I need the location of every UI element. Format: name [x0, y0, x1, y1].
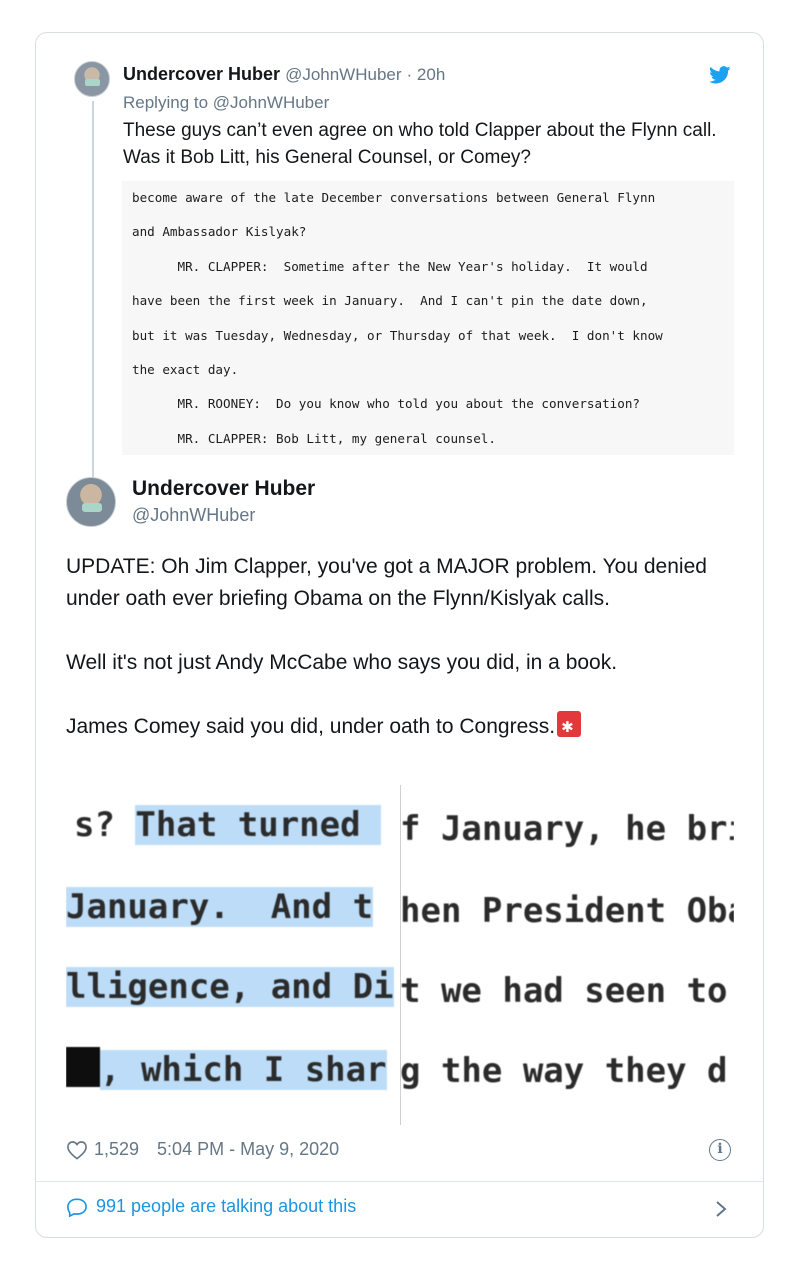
- footer-divider: [36, 1181, 763, 1182]
- image-text-right: g the way they d: [400, 1051, 734, 1091]
- tweet-text: UPDATE: Oh Jim Clapper, you've got a MAJ…: [66, 551, 726, 744]
- quoted-time[interactable]: · 20h: [407, 65, 446, 84]
- image-text-right: f January, he bri: [400, 809, 734, 849]
- author-handle[interactable]: @JohnWHuber: [132, 505, 255, 526]
- tweet-paragraph: Well it's not just Andy McCabe who says …: [66, 651, 618, 674]
- quoted-author-handle[interactable]: @JohnWHuber: [285, 65, 401, 84]
- image-text-left: lligence, and Di: [66, 967, 394, 1007]
- like-count[interactable]: 1,529: [94, 1139, 139, 1160]
- transcript-line: and Ambassador Kislyak?: [132, 224, 307, 240]
- conversation-link[interactable]: 991 people are talking about this: [66, 1196, 356, 1217]
- tweet-paragraph-text: James Comey said you did, under oath to …: [66, 715, 556, 738]
- quoted-tweet-text: These guys can’t even agree on who told …: [123, 120, 717, 168]
- transcript-image[interactable]: become aware of the late December conver…: [122, 181, 734, 455]
- conversation-label: 991 people are talking about this: [96, 1196, 357, 1216]
- info-icon[interactable]: i: [709, 1139, 731, 1161]
- transcript-line: but it was Tuesday, Wednesday, or Thursd…: [132, 327, 663, 343]
- transcript-line: MR. CLAPPER: Sometime after the New Year…: [132, 258, 648, 274]
- image-divider: [400, 785, 401, 1125]
- image-text-right: t we had seen to: [400, 971, 734, 1011]
- tweet-embed-card: Undercover Huber @JohnWHuber · 20h Reply…: [35, 32, 764, 1238]
- quoted-header: Undercover Huber @JohnWHuber · 20h: [123, 64, 445, 85]
- replying-to[interactable]: Replying to @JohnWHuber: [123, 93, 329, 113]
- image-text-left: s? That turned: [74, 805, 382, 845]
- transcript-line: have been the first week in January. And…: [132, 293, 648, 309]
- speech-bubble-icon: [67, 1197, 87, 1217]
- quoted-avatar[interactable]: [74, 61, 110, 97]
- tweet-meta: 1,529 5:04 PM - May 9, 2020: [66, 1139, 339, 1160]
- thread-line: [92, 101, 94, 477]
- tweet-paragraph-last: James Comey said you did, under oath to …: [66, 711, 726, 744]
- image-text-left: January. And t: [66, 887, 374, 927]
- transcript-line: MR. CLAPPER: Bob Litt, my general counse…: [132, 430, 496, 446]
- image-text-left: , which I shar: [66, 1047, 387, 1090]
- heart-icon[interactable]: [66, 1140, 88, 1160]
- author-avatar[interactable]: [66, 477, 116, 527]
- tweet-timestamp[interactable]: 5:04 PM - May 9, 2020: [157, 1139, 339, 1160]
- redaction-block: [66, 1047, 100, 1087]
- transcript-line: the exact day.: [132, 361, 239, 377]
- transcript-line: become aware of the late December conver…: [132, 190, 656, 205]
- tweet-paragraph: UPDATE: Oh Jim Clapper, you've got a MAJ…: [66, 555, 707, 610]
- chevron-right-icon[interactable]: [715, 1200, 727, 1218]
- tweet-image[interactable]: s? That turned January. And t lligence, …: [66, 785, 734, 1125]
- twitter-bird-icon[interactable]: [709, 66, 731, 84]
- image-text-right: hen President Oba: [400, 891, 734, 931]
- transcript-line: MR. ROONEY: Do you know who told you abo…: [132, 396, 640, 412]
- siren-emoji-icon: [557, 711, 582, 744]
- quoted-author-name[interactable]: Undercover Huber: [123, 64, 280, 84]
- author-name[interactable]: Undercover Huber: [132, 477, 315, 501]
